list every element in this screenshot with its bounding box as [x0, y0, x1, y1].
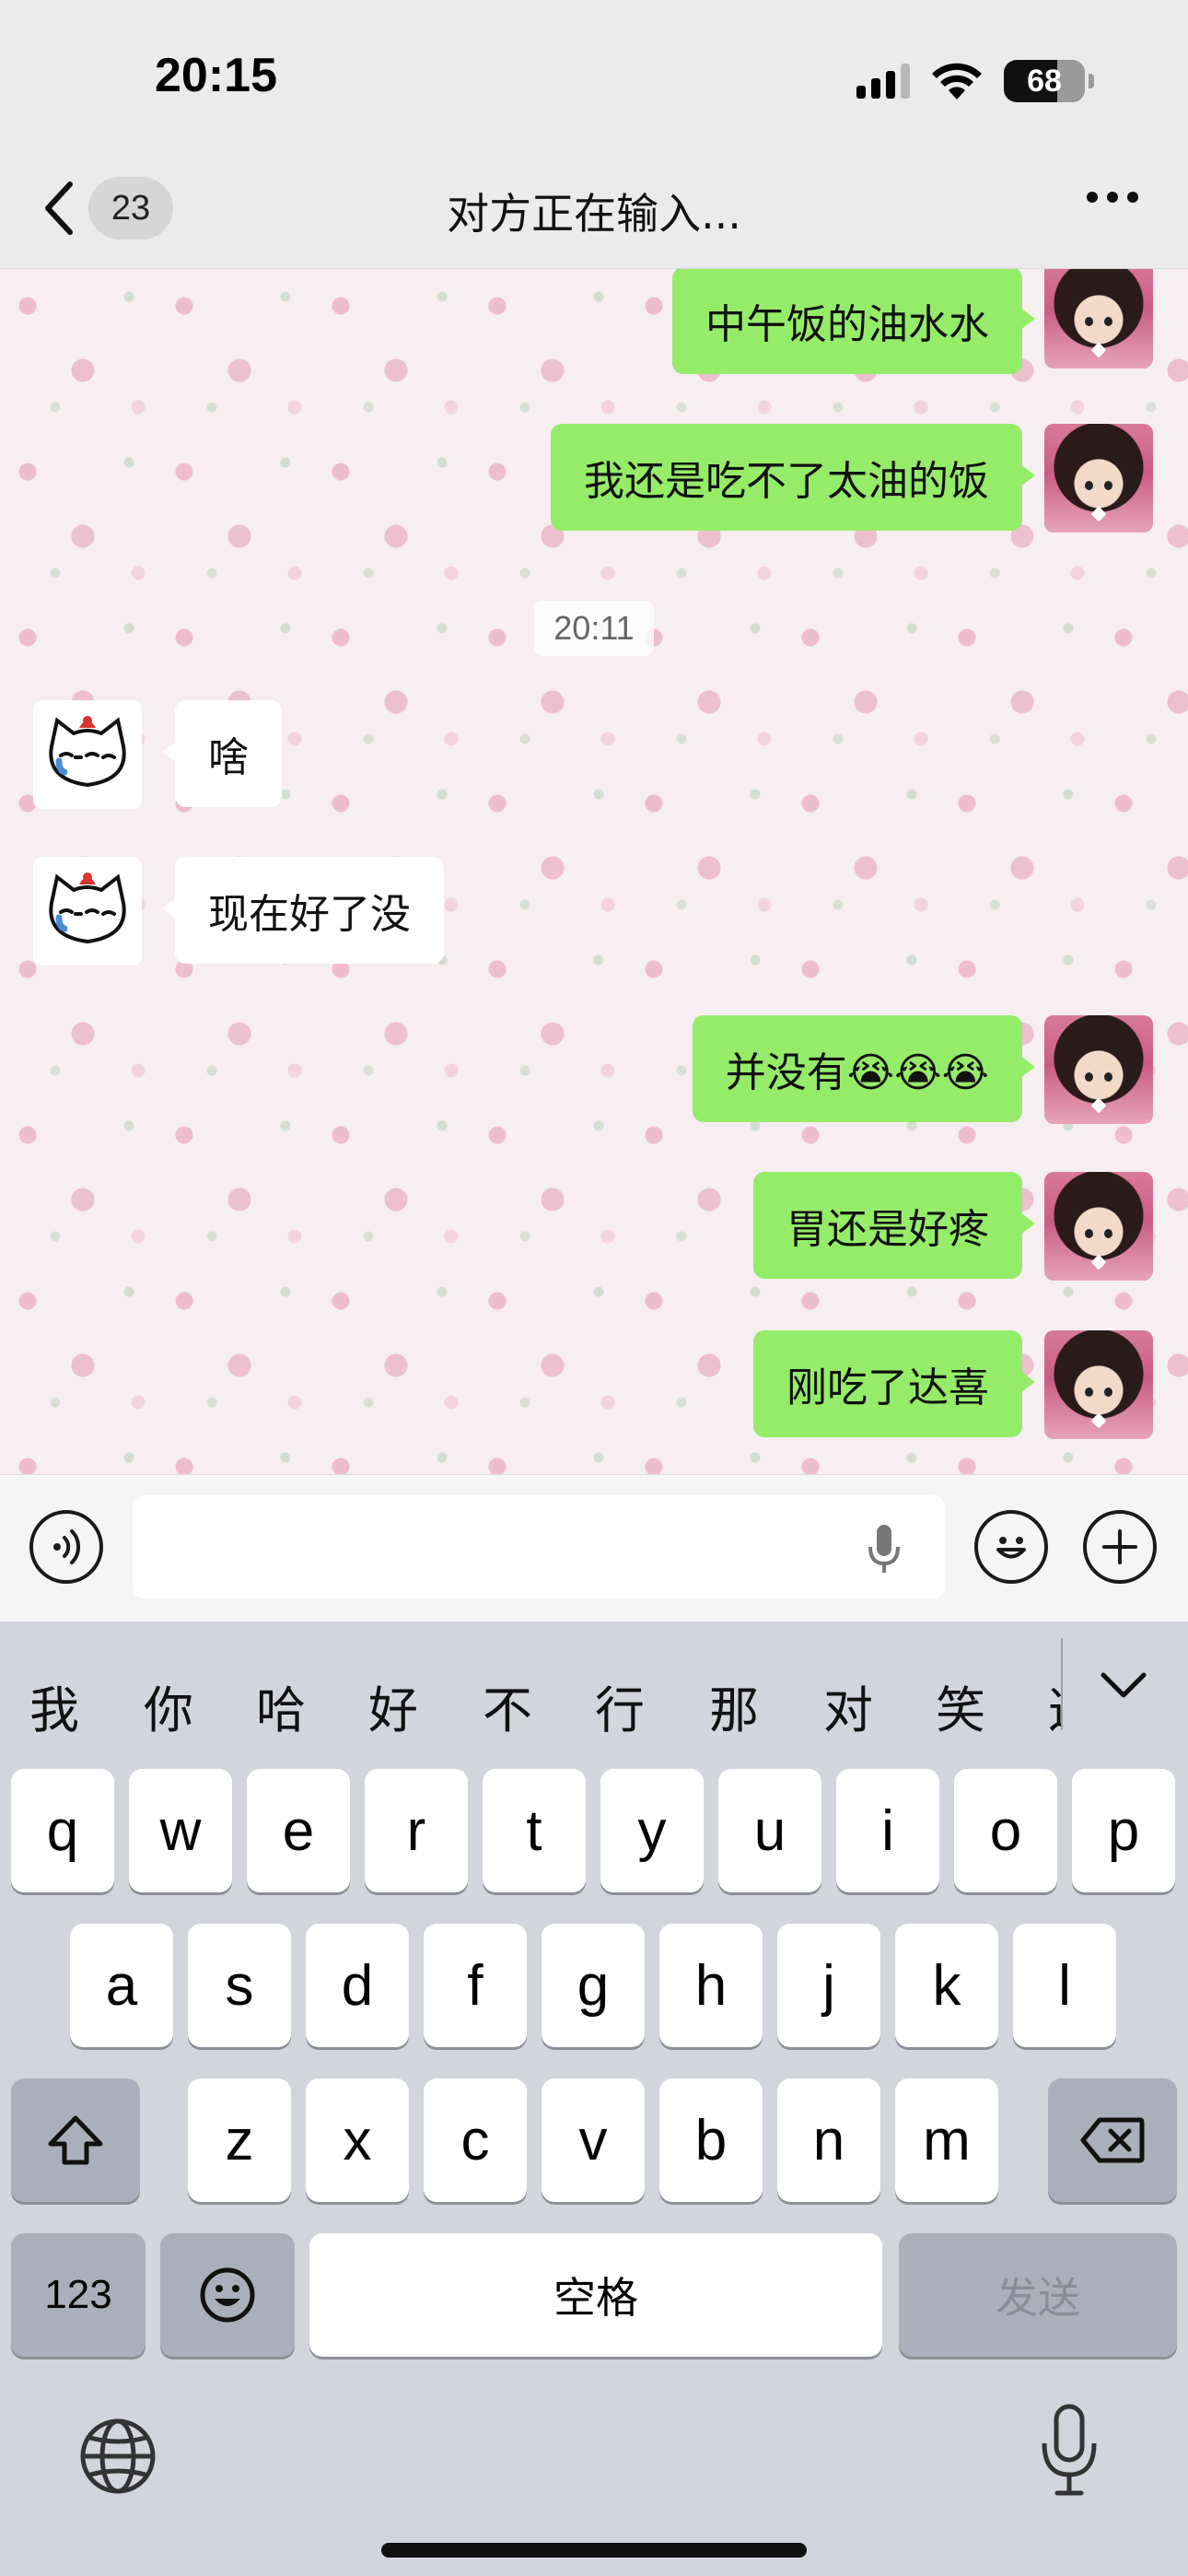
message-timestamp: 20:11 — [534, 601, 654, 656]
key-u[interactable]: u — [718, 1769, 821, 1892]
key-h[interactable]: h — [659, 1924, 763, 2047]
outgoing-message-bubble[interactable]: 并没有😭😭😭 — [692, 1015, 1036, 1122]
keyboard: 我 你 哈 好 不 行 那 对 笑 这 q w e r t y u i o p … — [0, 1622, 1188, 2576]
key-v[interactable]: v — [542, 2078, 645, 2202]
key-j[interactable]: j — [777, 1924, 880, 2047]
candidate-word[interactable]: 对 — [823, 1669, 873, 1742]
key-q[interactable]: q — [11, 1769, 114, 1892]
chevron-down-icon[interactable] — [1098, 1668, 1149, 1704]
delete-backspace-icon — [1080, 2117, 1145, 2163]
key-n[interactable]: n — [777, 2078, 880, 2202]
send-key[interactable]: 发送 — [899, 2233, 1177, 2357]
outgoing-message-bubble[interactable]: 我还是吃不了太油的饭 — [551, 424, 1035, 531]
space-key[interactable]: 空格 — [309, 2233, 882, 2357]
candidate-word[interactable]: 我 — [29, 1669, 79, 1742]
incoming-message-bubble[interactable]: 现在好了没 — [162, 857, 444, 964]
contact-avatar[interactable] — [33, 700, 142, 809]
self-avatar[interactable] — [1044, 424, 1153, 533]
shift-key[interactable] — [11, 2078, 140, 2202]
emoji-button[interactable] — [974, 1510, 1048, 1584]
key-g[interactable]: g — [542, 1924, 645, 2047]
key-x[interactable]: x — [306, 2078, 409, 2202]
emoji-key[interactable] — [160, 2233, 295, 2357]
plus-icon — [1102, 1529, 1137, 1564]
self-avatar[interactable] — [1044, 1172, 1153, 1281]
shift-arrow-icon — [48, 2115, 103, 2165]
key-r[interactable]: r — [365, 1769, 468, 1892]
more-options-icon[interactable] — [1087, 192, 1138, 203]
message-input-bar — [0, 1474, 1188, 1622]
message-list[interactable]: 中午饭的油水水 我还是吃不了太油的饭 20:11 啥 现在好了没 并没有😭😭😭 — [0, 269, 1188, 1474]
chat-header: 20:15 68 23 对方正在输入... — [0, 0, 1188, 269]
candidate-word[interactable]: 不 — [483, 1669, 532, 1742]
voice-mode-button[interactable] — [29, 1510, 103, 1584]
key-a[interactable]: a — [70, 1924, 173, 2047]
self-avatar[interactable] — [1044, 269, 1153, 369]
microphone-icon[interactable] — [866, 1523, 903, 1576]
numbers-key[interactable]: 123 — [11, 2233, 146, 2357]
voice-waves-icon — [53, 1529, 81, 1564]
globe-icon[interactable] — [76, 2414, 160, 2499]
home-indicator[interactable] — [381, 2543, 807, 2558]
candidate-word[interactable]: 笑 — [936, 1669, 985, 1742]
candidate-word[interactable]: 好 — [368, 1669, 418, 1742]
candidate-word[interactable]: 哈 — [256, 1669, 306, 1742]
candidate-word[interactable]: 那 — [709, 1669, 759, 1742]
battery-icon: 68 — [1004, 60, 1094, 102]
cat-avatar-icon — [33, 700, 142, 809]
key-m[interactable]: m — [895, 2078, 998, 2202]
key-w[interactable]: w — [129, 1769, 232, 1892]
outgoing-message-bubble[interactable]: 刚吃了达喜 — [753, 1330, 1035, 1437]
key-t[interactable]: t — [483, 1769, 586, 1892]
key-e[interactable]: e — [247, 1769, 350, 1892]
chat-title: 对方正在输入... — [447, 189, 741, 239]
smiley-icon — [200, 2267, 255, 2323]
contact-avatar[interactable] — [33, 857, 142, 966]
battery-level: 68 — [1027, 63, 1062, 99]
key-f[interactable]: f — [424, 1924, 527, 2047]
outgoing-message-bubble[interactable]: 中午饭的油水水 — [672, 269, 1035, 374]
candidate-bar: 我 你 哈 好 不 行 那 对 笑 这 — [0, 1622, 1188, 1760]
self-avatar[interactable] — [1044, 1015, 1153, 1124]
status-icons: 68 — [856, 55, 1094, 107]
dictation-mic-icon[interactable] — [1039, 2403, 1100, 2499]
smiley-icon — [996, 1537, 1026, 1559]
cellular-signal-icon — [856, 64, 910, 99]
candidate-divider — [1061, 1638, 1063, 1730]
wifi-icon — [932, 63, 982, 100]
key-y[interactable]: y — [600, 1769, 704, 1892]
cat-avatar-icon — [33, 857, 142, 966]
message-text-field[interactable] — [133, 1495, 945, 1598]
backspace-key[interactable] — [1048, 2078, 1177, 2202]
key-i[interactable]: i — [836, 1769, 939, 1892]
incoming-message-bubble[interactable]: 啥 — [162, 700, 282, 807]
self-avatar[interactable] — [1044, 1330, 1153, 1439]
key-z[interactable]: z — [188, 2078, 291, 2202]
key-p[interactable]: p — [1072, 1769, 1175, 1892]
status-time: 20:15 — [155, 49, 277, 102]
key-c[interactable]: c — [424, 2078, 527, 2202]
key-b[interactable]: b — [659, 2078, 763, 2202]
candidate-word[interactable]: 这 — [1048, 1669, 1061, 1742]
add-attachment-button[interactable] — [1083, 1510, 1157, 1584]
key-l[interactable]: l — [1013, 1924, 1116, 2047]
candidate-word[interactable]: 你 — [144, 1669, 193, 1742]
outgoing-message-bubble[interactable]: 胃还是好疼 — [753, 1172, 1035, 1279]
key-o[interactable]: o — [954, 1769, 1057, 1892]
key-d[interactable]: d — [306, 1924, 409, 2047]
key-s[interactable]: s — [188, 1924, 291, 2047]
key-k[interactable]: k — [895, 1924, 998, 2047]
candidate-word[interactable]: 行 — [595, 1669, 645, 1742]
